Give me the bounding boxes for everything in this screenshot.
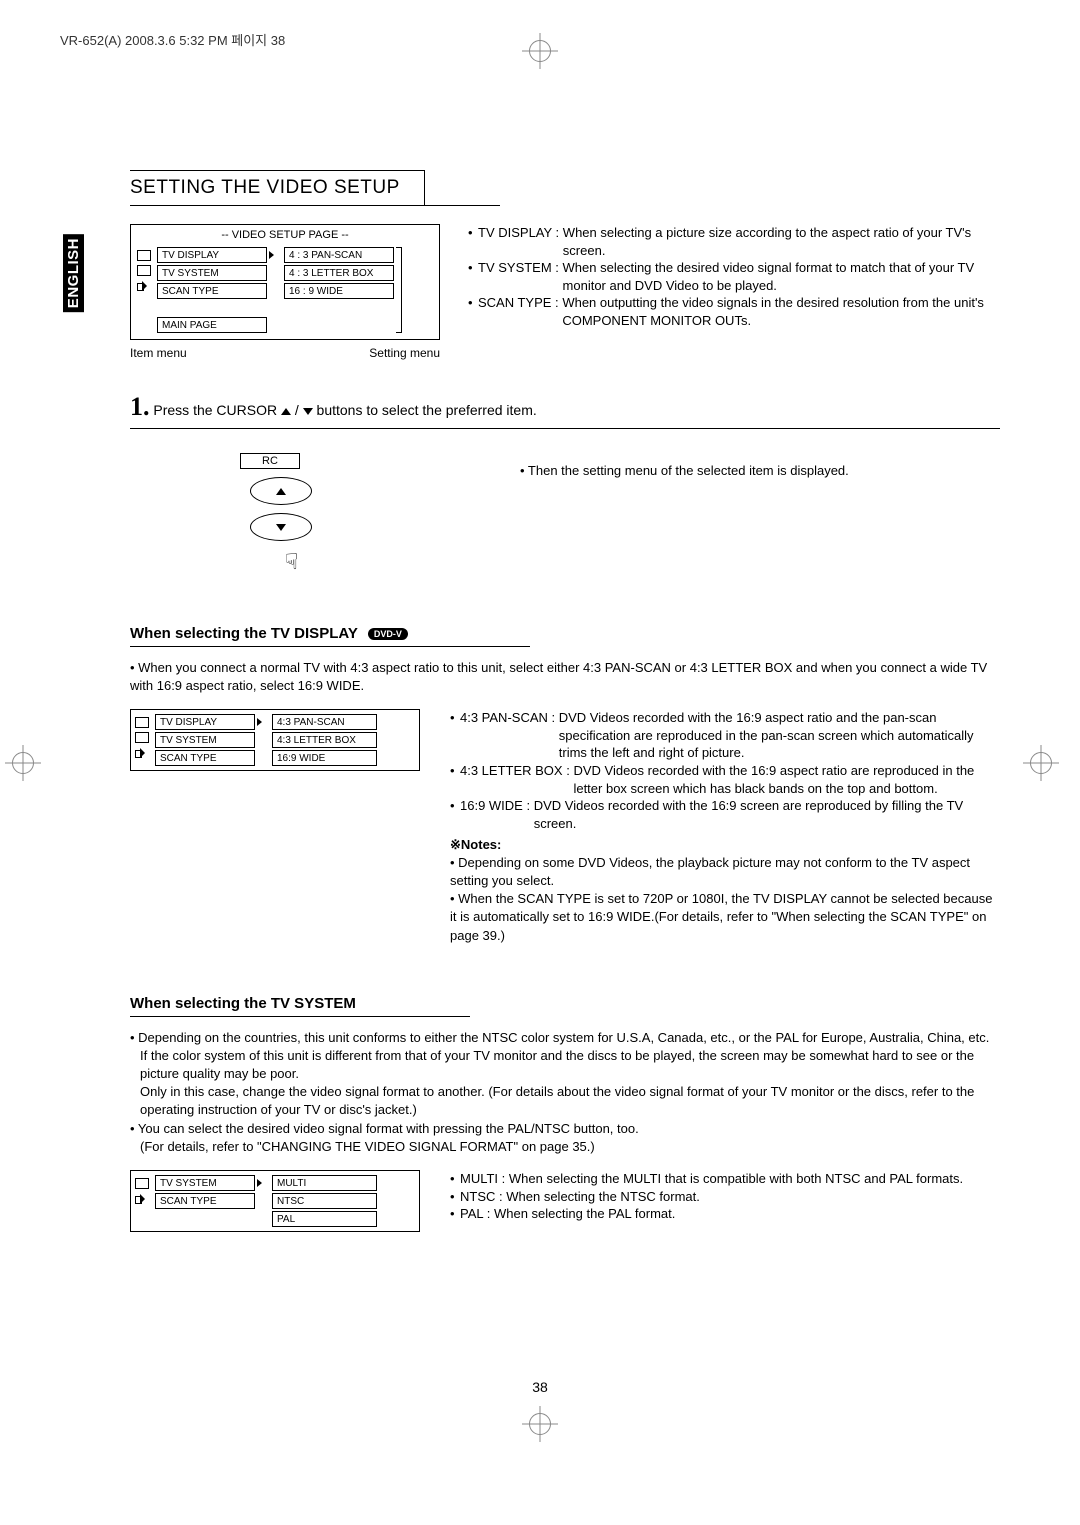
remote-up-button <box>250 477 312 505</box>
tv-icon <box>135 732 149 743</box>
notes-label: Notes: <box>461 837 501 852</box>
menu-option: PAL <box>272 1211 377 1227</box>
tv-system-options-desc: • MULTI : When selecting the MULTI that … <box>450 1170 1000 1223</box>
tv-icon <box>137 265 151 276</box>
remote-down-button <box>250 513 312 541</box>
remote-control-visual: RC ☟ <box>230 453 460 575</box>
tv-display-intro: • When you connect a normal TV with 4:3 … <box>130 659 1000 695</box>
menu-option: 4:3 PAN-SCAN <box>272 714 377 730</box>
menu-option: 16 : 9 WIDE <box>284 283 394 299</box>
arrow-right-icon <box>257 1179 262 1187</box>
item-menu-label: Item menu <box>130 346 187 360</box>
menu-item: SCAN TYPE <box>155 750 255 766</box>
note-2: • When the SCAN TYPE is set to 720P or 1… <box>450 890 1000 945</box>
tv-system-p1: • Depending on the countries, this unit … <box>130 1029 1000 1047</box>
crop-mark-top <box>529 40 551 62</box>
menu-item: SCAN TYPE <box>157 283 267 299</box>
arrow-right-icon <box>257 718 262 726</box>
menu-option: 4 : 3 LETTER BOX <box>284 265 394 281</box>
top-description: • TV DISPLAY : When selecting a picture … <box>468 224 1000 360</box>
video-setup-menu: -- VIDEO SETUP PAGE -- TV DISPLAY TV SYS… <box>130 224 440 340</box>
menu-option: MULTI <box>272 1175 377 1191</box>
step-1: 1. Press the CURSOR / buttons to select … <box>130 392 1000 422</box>
tv-icon <box>137 250 151 261</box>
speaker-icon <box>135 1193 149 1205</box>
menu-item: TV SYSTEM <box>155 732 255 748</box>
language-tab: ENGLISH <box>63 234 84 312</box>
tv-system-p2b: (For details, refer to "CHANGING THE VID… <box>130 1138 1000 1156</box>
section-title: SETTING THE VIDEO SETUP <box>130 170 425 205</box>
menu-item: TV DISPLAY <box>155 714 255 730</box>
tv-display-menu: TV DISPLAY TV SYSTEM SCAN TYPE 4:3 PAN-S… <box>130 709 420 771</box>
setting-menu-label: Setting menu <box>369 346 440 360</box>
tv-system-p1b: If the color system of this unit is diff… <box>130 1047 1000 1083</box>
page-number: 38 <box>532 1379 548 1395</box>
print-header: VR-652(A) 2008.3.6 5:32 PM 페이지 38 <box>60 30 285 49</box>
hand-pointer-icon: ☟ <box>285 549 460 575</box>
speaker-icon <box>137 280 151 292</box>
bracket-icon <box>396 247 402 333</box>
menu-item: TV DISPLAY <box>157 247 267 263</box>
subheading-tv-display: When selecting the TV DISPLAY <box>130 621 358 646</box>
tv-system-p2: • You can select the desired video signa… <box>130 1120 1000 1138</box>
tv-icon <box>135 717 149 728</box>
rc-step-text: • Then the setting menu of the selected … <box>520 463 849 478</box>
note-1: • Depending on some DVD Videos, the play… <box>450 854 1000 890</box>
crop-mark-bottom <box>529 1413 551 1435</box>
cursor-down-icon <box>303 408 313 415</box>
arrow-right-icon <box>269 251 274 259</box>
menu-item: TV SYSTEM <box>155 1175 255 1191</box>
menu-item: TV SYSTEM <box>157 265 267 281</box>
tv-system-p1c: Only in this case, change the video sign… <box>130 1083 1000 1119</box>
tv-display-options-desc: • 4:3 PAN-SCAN : DVD Videos recorded wit… <box>450 709 1000 944</box>
tv-icon <box>135 1178 149 1189</box>
rc-label: RC <box>240 453 300 469</box>
menu-title: -- VIDEO SETUP PAGE -- <box>131 225 439 247</box>
dvd-v-badge: DVD-V <box>368 628 408 640</box>
crop-mark-left <box>12 752 34 774</box>
speaker-icon <box>135 747 149 759</box>
menu-item: SCAN TYPE <box>155 1193 255 1209</box>
menu-main-page: MAIN PAGE <box>157 317 267 333</box>
cursor-up-icon <box>281 408 291 415</box>
subheading-tv-system: When selecting the TV SYSTEM <box>130 991 356 1016</box>
menu-option: 16:9 WIDE <box>272 750 377 766</box>
crop-mark-right <box>1030 752 1052 774</box>
tv-system-menu: TV SYSTEM SCAN TYPE MULTI NTSC PAL <box>130 1170 420 1232</box>
menu-option: 4:3 LETTER BOX <box>272 732 377 748</box>
menu-option: NTSC <box>272 1193 377 1209</box>
menu-option: 4 : 3 PAN-SCAN <box>284 247 394 263</box>
